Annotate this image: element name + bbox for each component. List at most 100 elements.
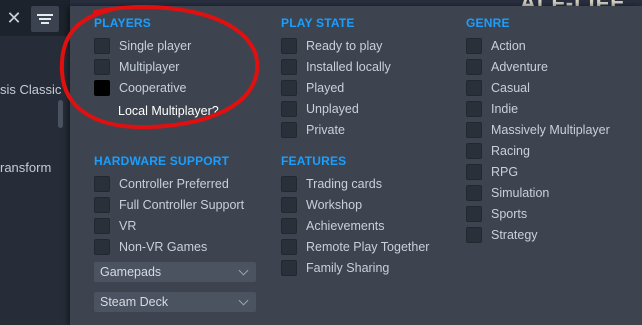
- option-achievements[interactable]: Achievements: [281, 217, 385, 235]
- checkbox[interactable]: [466, 185, 482, 201]
- background-game-title-1[interactable]: sis Classic: [0, 82, 61, 97]
- option-vr[interactable]: VR: [94, 217, 136, 235]
- option-label: VR: [119, 219, 137, 233]
- option-installed-locally[interactable]: Installed locally: [281, 58, 391, 76]
- checkbox[interactable]: [466, 227, 482, 243]
- checkbox[interactable]: [466, 206, 482, 222]
- option-label: Workshop: [306, 198, 363, 212]
- option-label: Cooperative: [119, 81, 187, 95]
- checkbox[interactable]: [281, 101, 297, 117]
- library-sidebar: ✕ sis Classic ransform: [0, 0, 70, 325]
- option-label: Non-VR Games: [119, 240, 208, 254]
- option-label: Full Controller Support: [119, 198, 245, 212]
- checkbox[interactable]: [466, 122, 482, 138]
- option-label: Simulation: [491, 186, 550, 200]
- dropdown-value: Gamepads: [100, 265, 162, 279]
- option-private[interactable]: Private: [281, 121, 345, 139]
- checkbox[interactable]: [94, 59, 110, 75]
- checkbox-checked[interactable]: [94, 80, 110, 96]
- chevron-down-icon: [238, 295, 249, 306]
- option-label: RPG: [491, 165, 519, 179]
- option-multiplayer[interactable]: Multiplayer: [94, 58, 179, 76]
- option-casual[interactable]: Casual: [466, 79, 530, 97]
- option-single-player[interactable]: Single player: [94, 37, 191, 55]
- checkbox[interactable]: [466, 164, 482, 180]
- option-rpg[interactable]: RPG: [466, 163, 518, 181]
- option-label: Strategy: [491, 228, 538, 242]
- option-label: Action: [491, 39, 526, 53]
- checkbox[interactable]: [466, 80, 482, 96]
- option-label: Single player: [119, 39, 192, 53]
- checkbox[interactable]: [281, 59, 297, 75]
- option-cooperative[interactable]: Cooperative: [94, 79, 186, 97]
- chevron-down-icon: [238, 265, 249, 276]
- checkbox[interactable]: [281, 176, 297, 192]
- option-racing[interactable]: Racing: [466, 142, 530, 160]
- gamepads-dropdown[interactable]: Gamepads: [94, 262, 256, 282]
- checkbox[interactable]: [281, 80, 297, 96]
- checkbox[interactable]: [281, 239, 297, 255]
- option-simulation[interactable]: Simulation: [466, 184, 549, 202]
- option-workshop[interactable]: Workshop: [281, 196, 362, 214]
- checkbox[interactable]: [281, 38, 297, 54]
- option-label: Sports: [491, 207, 528, 221]
- checkbox[interactable]: [281, 122, 297, 138]
- option-label: Achievements: [306, 219, 385, 233]
- filter-panel: PLAYERS Single player Multiplayer Cooper…: [70, 6, 642, 325]
- dropdown-value: Steam Deck: [100, 295, 169, 309]
- option-label: Unplayed: [306, 102, 359, 116]
- option-massively-multiplayer[interactable]: Massively Multiplayer: [466, 121, 610, 139]
- option-label: Trading cards: [306, 177, 382, 191]
- option-non-vr-games[interactable]: Non-VR Games: [94, 238, 207, 256]
- play-state-section-title: PLAY STATE: [281, 16, 355, 30]
- option-label: Casual: [491, 81, 530, 95]
- option-label: Adventure: [491, 60, 548, 74]
- filter-icon[interactable]: [31, 6, 59, 32]
- option-label: Installed locally: [306, 60, 391, 74]
- players-section-title: PLAYERS: [94, 16, 151, 30]
- features-section-title: FEATURES: [281, 154, 347, 168]
- option-label: Controller Preferred: [119, 177, 229, 191]
- background-game-title-2[interactable]: ransform: [0, 160, 51, 175]
- option-label: Private: [306, 123, 345, 137]
- checkbox[interactable]: [281, 218, 297, 234]
- option-trading-cards[interactable]: Trading cards: [281, 175, 382, 193]
- checkbox[interactable]: [94, 239, 110, 255]
- checkbox[interactable]: [466, 59, 482, 75]
- checkbox[interactable]: [94, 197, 110, 213]
- option-family-sharing[interactable]: Family Sharing: [281, 259, 389, 277]
- steam-deck-dropdown[interactable]: Steam Deck: [94, 292, 256, 312]
- checkbox[interactable]: [466, 143, 482, 159]
- annotation-local-multiplayer: Local Multiplayer?: [118, 104, 219, 118]
- option-unplayed[interactable]: Unplayed: [281, 100, 359, 118]
- option-action[interactable]: Action: [466, 37, 526, 55]
- close-icon[interactable]: ✕: [4, 6, 24, 30]
- sidebar-scrollbar[interactable]: [58, 100, 63, 128]
- checkbox[interactable]: [94, 176, 110, 192]
- option-label: Racing: [491, 144, 530, 158]
- hardware-support-section-title: HARDWARE SUPPORT: [94, 154, 230, 168]
- option-adventure[interactable]: Adventure: [466, 58, 548, 76]
- option-label: Multiplayer: [119, 60, 180, 74]
- option-controller-preferred[interactable]: Controller Preferred: [94, 175, 229, 193]
- sidebar-toolbar: ✕: [0, 0, 70, 36]
- checkbox[interactable]: [466, 38, 482, 54]
- option-ready-to-play[interactable]: Ready to play: [281, 37, 382, 55]
- option-label: Indie: [491, 102, 519, 116]
- option-label: Family Sharing: [306, 261, 390, 275]
- option-played[interactable]: Played: [281, 79, 344, 97]
- checkbox[interactable]: [94, 38, 110, 54]
- option-full-controller-support[interactable]: Full Controller Support: [94, 196, 244, 214]
- checkbox[interactable]: [466, 101, 482, 117]
- option-sports[interactable]: Sports: [466, 205, 527, 223]
- option-strategy[interactable]: Strategy: [466, 226, 538, 244]
- checkbox[interactable]: [281, 197, 297, 213]
- option-label: Played: [306, 81, 345, 95]
- option-indie[interactable]: Indie: [466, 100, 518, 118]
- option-remote-play-together[interactable]: Remote Play Together: [281, 238, 429, 256]
- genre-section-title: GENRE: [466, 16, 510, 30]
- checkbox[interactable]: [281, 260, 297, 276]
- option-label: Massively Multiplayer: [491, 123, 610, 137]
- option-label: Remote Play Together: [306, 240, 430, 254]
- checkbox[interactable]: [94, 218, 110, 234]
